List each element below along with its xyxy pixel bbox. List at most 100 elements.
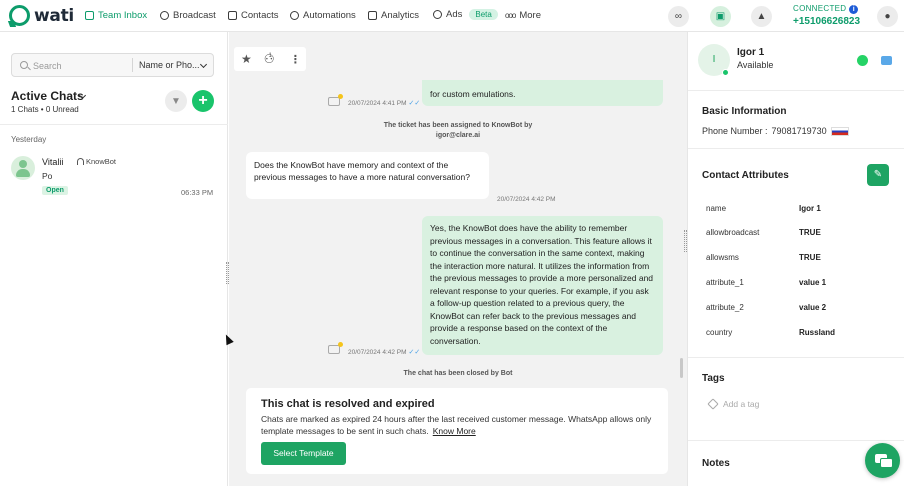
nav-broadcast[interactable]: Broadcast (160, 10, 216, 21)
message-bubble-incoming: Does the KnowBot have memory and context… (246, 152, 489, 199)
message-time: 20/07/2024 4:42 PM ✓✓ (348, 348, 420, 356)
search-icon (20, 61, 28, 69)
profile-button[interactable]: ● (877, 6, 898, 27)
headset-icon (77, 158, 84, 165)
connection-status: CONNECTED i (793, 4, 859, 14)
date-group-label: Yesterday (11, 135, 47, 144)
attribute-value: TRUE (799, 253, 821, 262)
logo-text: wati (34, 5, 74, 26)
wati-logo[interactable]: wati (9, 5, 74, 26)
nav-ads[interactable]: Ads Beta (433, 9, 498, 20)
bell-icon: ▲ (756, 11, 767, 22)
info-icon[interactable]: i (849, 5, 859, 14)
scrollbar[interactable] (680, 358, 683, 378)
system-message-line: igor@clare.ai (435, 132, 481, 139)
broadcast-icon (160, 11, 169, 20)
status-badge: Open (42, 186, 68, 195)
attribute-value: Igor 1 (799, 204, 821, 213)
filter-icon: ▼ (171, 95, 181, 107)
resolved-chat-card: This chat is resolved and expired Chats … (246, 388, 668, 474)
russia-flag-icon (830, 126, 849, 136)
nav-team-inbox-label: Team Inbox (98, 10, 148, 21)
add-tag-input[interactable]: Add a tag (707, 398, 760, 410)
conversation-toolbar: ★ ⚇1 ⋮ (234, 47, 306, 71)
attribute-row: allowbroadcast TRUE (706, 228, 886, 242)
connection-status-text: CONNECTED (793, 4, 847, 13)
chevron-down-icon (199, 60, 208, 69)
online-status-dot (722, 69, 729, 76)
inbox-icon (85, 11, 94, 20)
contact-name: Igor 1 (737, 47, 765, 58)
tags-title: Tags (702, 373, 725, 384)
attribute-key: attribute_1 (706, 278, 744, 287)
divider (688, 90, 904, 91)
attribute-key: allowsms (706, 253, 739, 262)
resolved-title: This chat is resolved and expired (261, 398, 435, 410)
star-icon[interactable]: ★ (241, 52, 252, 66)
message-text: Does the KnowBot have memory and context… (254, 160, 470, 182)
connected-phone-number: +15106626823 (793, 16, 861, 27)
search-input[interactable]: Search (33, 61, 62, 71)
avatar (11, 156, 35, 180)
active-chats-dropdown[interactable]: Active Chats (11, 89, 84, 103)
divider (688, 148, 904, 149)
wallet-icon: ▣ (715, 11, 726, 22)
whatsapp-icon[interactable] (857, 55, 868, 66)
pencil-icon: ✎ (873, 169, 883, 180)
message-bubble-outgoing: for custom emulations. (422, 80, 663, 106)
nav-contacts-label: Contacts (241, 10, 279, 21)
message-icon[interactable] (881, 56, 892, 65)
automations-icon (290, 11, 299, 20)
wallet-button[interactable]: ▣ (710, 6, 731, 27)
nav-ads-label: Ads (446, 9, 463, 20)
nav-team-inbox[interactable]: Team Inbox (85, 10, 147, 21)
chat-contact-name: Vitalii (42, 157, 64, 167)
attribute-row: country Russland (706, 328, 886, 342)
nav-more[interactable]: ooo More (505, 10, 541, 21)
chat-list-item[interactable]: Vitalii KnowBot Po Open 06:33 PM (0, 150, 227, 202)
nav-analytics[interactable]: Analytics (368, 10, 419, 21)
more-icon: ooo (505, 11, 516, 20)
add-tag-placeholder: Add a tag (723, 399, 760, 409)
attribute-value: Russland (799, 328, 836, 337)
message-text: Yes, the KnowBot does have the ability t… (430, 223, 654, 346)
tag-icon (707, 398, 719, 410)
attribute-row: attribute_2 value 2 (706, 303, 886, 317)
chat-list-panel: Search Name or Pho... Active Chats 1 Cha… (0, 32, 229, 486)
attribute-row: attribute_1 value 1 (706, 278, 886, 292)
nav-automations[interactable]: Automations (290, 10, 356, 21)
nav-automations-label: Automations (303, 10, 356, 21)
read-tick-icon: ✓✓ (408, 100, 421, 107)
attribute-value: value 2 (799, 303, 827, 312)
active-chats-title: Active Chats (11, 89, 84, 103)
search-filter-select[interactable]: Name or Pho... (139, 60, 200, 70)
user-icon: ● (884, 11, 891, 22)
contact-details-panel: I Igor 1 Available Basic Information Pho… (687, 32, 904, 486)
assign-users-icon[interactable]: ⚇1 (264, 52, 278, 66)
chat-agent: KnowBot (77, 157, 116, 166)
chat-counts: 1 Chats • 0 Unread (11, 105, 79, 114)
message-time: 20/07/2024 4:42 PM (497, 196, 556, 203)
select-template-button[interactable]: Select Template (261, 442, 346, 465)
plus-icon: + (198, 92, 208, 109)
filter-button[interactable]: ▼ (165, 90, 187, 112)
contact-attributes-title: Contact Attributes (702, 170, 789, 181)
top-navigation: wati Team Inbox Broadcast Contacts Autom… (0, 0, 904, 32)
new-chat-button[interactable]: + (192, 90, 214, 112)
support-chat-button[interactable] (865, 443, 900, 478)
meta-icon: ∞ (674, 11, 683, 22)
bot-icon (328, 94, 343, 106)
nav-analytics-label: Analytics (381, 10, 420, 21)
attribute-key: allowbroadcast (706, 228, 760, 237)
more-options-icon[interactable]: ⋮ (290, 53, 301, 66)
nav-contacts[interactable]: Contacts (228, 10, 279, 21)
attribute-value: TRUE (799, 228, 821, 237)
know-more-link[interactable]: Know More (433, 426, 476, 436)
message-bubble-outgoing: Yes, the KnowBot does have the ability t… (422, 216, 663, 355)
edit-attributes-button[interactable]: ✎ (867, 164, 889, 186)
meta-button[interactable]: ∞ (668, 6, 689, 27)
notes-title: Notes (702, 458, 730, 469)
system-message-line: The ticket has been assigned to KnowBot … (383, 122, 533, 129)
notifications-button[interactable]: ▲ (751, 6, 772, 27)
attribute-row: allowsms TRUE (706, 253, 886, 267)
